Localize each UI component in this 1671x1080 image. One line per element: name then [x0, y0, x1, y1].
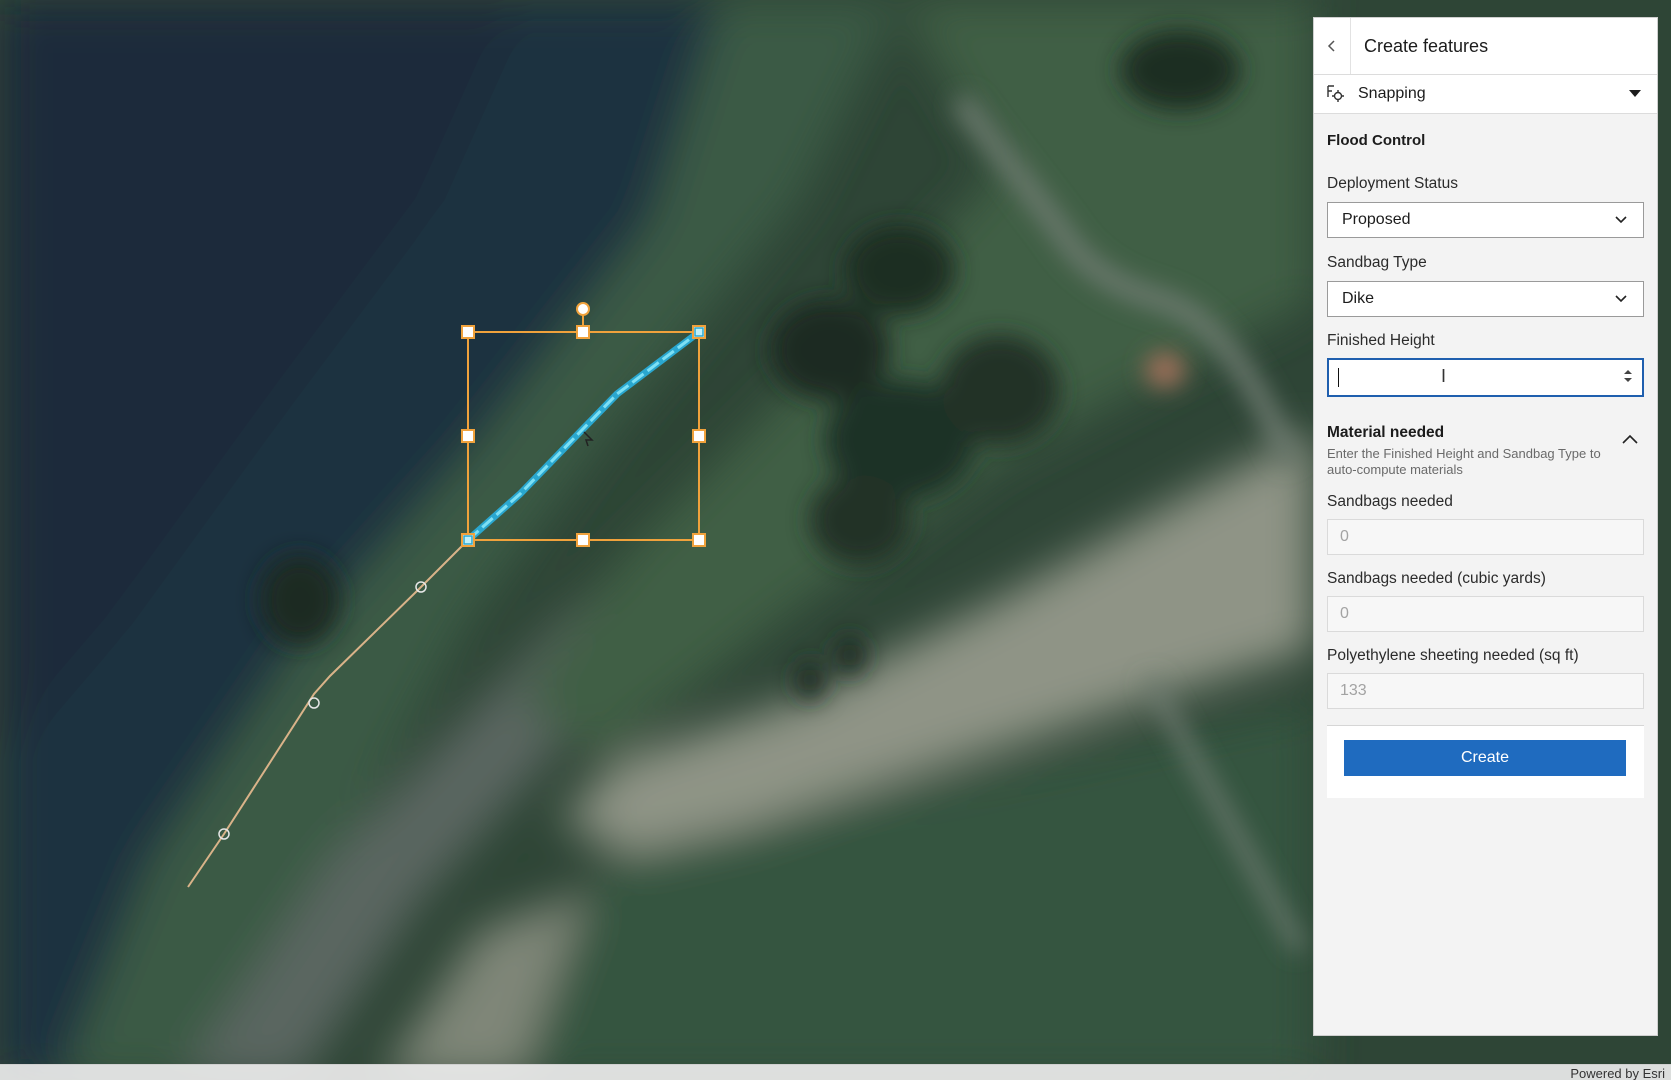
- sandbags-needed-label: Sandbags needed: [1327, 493, 1453, 510]
- create-button[interactable]: Create: [1344, 740, 1626, 776]
- sandbags-cubic-label: Sandbags needed (cubic yards): [1327, 570, 1546, 587]
- snapping-toggle[interactable]: Snapping: [1314, 75, 1657, 114]
- deployment-status-select[interactable]: Proposed: [1327, 202, 1644, 238]
- ibeam-cursor-icon: I: [1441, 366, 1447, 386]
- sandbags-needed-field: 0: [1327, 519, 1644, 555]
- form-group-title: Flood Control: [1327, 132, 1426, 149]
- create-features-panel: Create features Snapping Flood Control D…: [1313, 17, 1658, 1036]
- polyethylene-value: 133: [1340, 682, 1367, 699]
- sandbag-type-value: Dike: [1342, 290, 1375, 307]
- chevron-down-icon: [1615, 295, 1627, 303]
- button-area: Create: [1327, 726, 1644, 798]
- back-button[interactable]: [1314, 18, 1351, 74]
- sandbag-type-select[interactable]: Dike: [1327, 281, 1644, 317]
- panel-title: Create features: [1364, 35, 1489, 56]
- finished-height-label: Finished Height: [1327, 332, 1435, 349]
- sandbags-cubic-value: 0: [1340, 605, 1349, 622]
- guide-line: [187, 539, 469, 888]
- sandbag-type-label: Sandbag Type: [1327, 254, 1427, 271]
- material-needed-title: Material needed: [1327, 424, 1445, 441]
- chevron-up-icon[interactable]: [1622, 434, 1638, 444]
- material-needed-section: Material needed Enter the Finished Heigh…: [1327, 424, 1644, 478]
- polyethylene-label: Polyethylene sheeting needed (sq ft): [1327, 647, 1579, 664]
- rotate-handle[interactable]: [576, 302, 590, 316]
- mouse-cursor-icon: [583, 431, 594, 447]
- snapping-label: Snapping: [1358, 85, 1426, 102]
- material-needed-description: Enter the Finished Height and Sandbag Ty…: [1327, 446, 1601, 477]
- text-caret: [1338, 368, 1339, 387]
- snapping-icon: [1327, 85, 1344, 102]
- number-stepper[interactable]: [1623, 369, 1633, 383]
- finished-height-input[interactable]: I: [1327, 358, 1644, 397]
- feature-form: Flood Control Deployment Status Proposed…: [1314, 132, 1657, 798]
- step-down-icon[interactable]: [1623, 377, 1633, 383]
- chevron-down-icon: [1615, 216, 1627, 224]
- sandbags-cubic-field: 0: [1327, 596, 1644, 632]
- panel-header: Create features: [1314, 18, 1657, 75]
- attribution-text: Powered by Esri: [1570, 1066, 1665, 1080]
- polyethylene-field: 133: [1327, 673, 1644, 709]
- chevron-left-icon: [1327, 40, 1335, 52]
- deployment-status-value: Proposed: [1342, 211, 1411, 228]
- sandbags-needed-value: 0: [1340, 528, 1349, 545]
- attribution-bar: Powered by Esri: [0, 1064, 1671, 1080]
- deployment-status-label: Deployment Status: [1327, 175, 1458, 192]
- caret-down-icon: [1629, 90, 1641, 97]
- snap-vertex-marker: [218, 581, 427, 840]
- step-up-icon[interactable]: [1623, 369, 1633, 375]
